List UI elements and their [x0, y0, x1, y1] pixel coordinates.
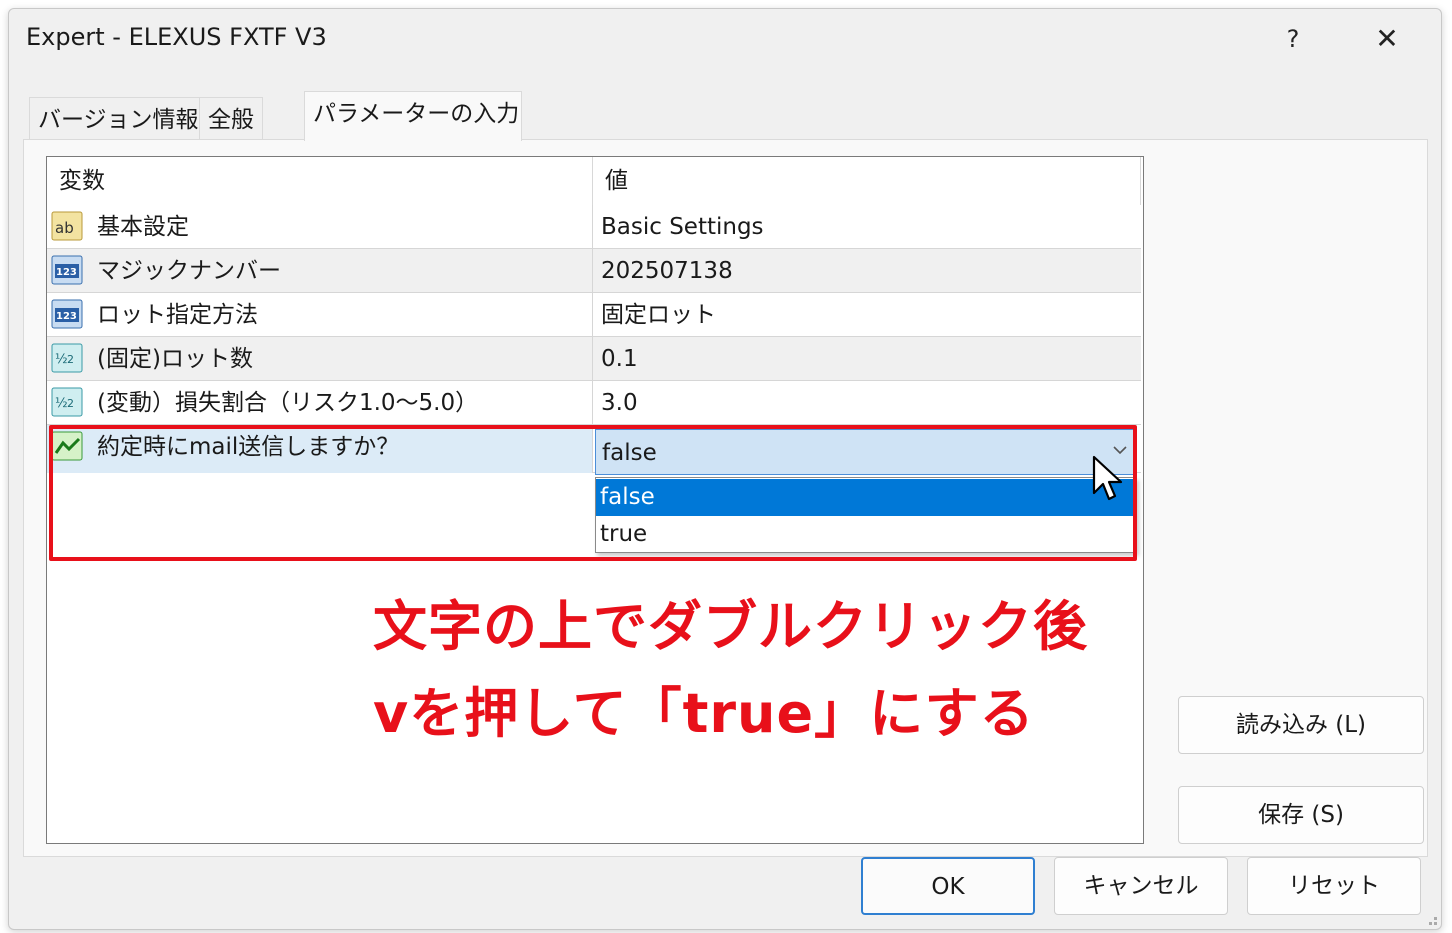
- variable-cell[interactable]: ½ 2 (固定)ロット数: [47, 337, 593, 381]
- value-cell[interactable]: 固定ロット: [593, 293, 1141, 337]
- value-cell[interactable]: 202507138: [593, 249, 1141, 293]
- expert-dialog: Expert - ELEXUS FXTF V3 ? ✕ バージョン情報 全般 パ…: [8, 8, 1442, 930]
- mouse-pointer-icon: [1092, 455, 1123, 501]
- window-title: Expert - ELEXUS FXTF V3: [26, 23, 327, 51]
- help-button[interactable]: ?: [1273, 19, 1313, 59]
- value-cell[interactable]: Basic Settings: [593, 205, 1141, 249]
- integer-type-icon: 123: [51, 299, 83, 329]
- table-row[interactable]: ab 基本設定 Basic Settings: [47, 205, 1141, 249]
- string-type-icon: ab: [51, 211, 83, 241]
- resize-grip-icon[interactable]: [1425, 913, 1439, 927]
- value-combobox[interactable]: false: [595, 429, 1137, 475]
- tab-version-info[interactable]: バージョン情報: [29, 97, 208, 141]
- variable-cell[interactable]: 123 ロット指定方法: [47, 293, 593, 337]
- svg-text:2: 2: [67, 353, 74, 366]
- tab-panel: 変数 値 ab 基本設定 Basic Settings 123 マジックナンバー…: [23, 139, 1428, 857]
- double-type-icon: ½ 2: [51, 343, 83, 373]
- reset-button[interactable]: リセット: [1247, 857, 1421, 915]
- integer-type-icon: 123: [51, 255, 83, 285]
- ok-button[interactable]: OK: [861, 857, 1035, 915]
- variable-name: マジックナンバー: [97, 258, 281, 284]
- save-button[interactable]: 保存 (S): [1178, 786, 1424, 844]
- combobox-dropdown: false true: [595, 477, 1137, 553]
- column-header-value[interactable]: 値: [593, 157, 1141, 205]
- table-row[interactable]: ½ 2 (固定)ロット数 0.1: [47, 337, 1141, 381]
- variable-name: 基本設定: [97, 214, 189, 240]
- grid-header: 変数 値: [47, 157, 1143, 205]
- svg-text:ab: ab: [55, 219, 74, 237]
- tab-general[interactable]: 全般: [199, 97, 263, 141]
- option-false[interactable]: false: [596, 479, 1136, 516]
- option-true[interactable]: true: [596, 516, 1136, 553]
- title-bar: Expert - ELEXUS FXTF V3 ? ✕: [9, 9, 1441, 69]
- tab-input-parameters[interactable]: パラメーターの入力: [304, 91, 522, 141]
- svg-text:123: 123: [56, 311, 77, 322]
- cancel-button[interactable]: キャンセル: [1054, 857, 1228, 915]
- table-row[interactable]: 123 マジックナンバー 202507138: [47, 249, 1141, 293]
- table-row[interactable]: ½ 2 (変動）損失割合（リスク1.0〜5.0） 3.0: [47, 381, 1141, 425]
- variable-cell[interactable]: 123 マジックナンバー: [47, 249, 593, 293]
- variable-cell[interactable]: ab 基本設定: [47, 205, 593, 249]
- variable-name: ロット指定方法: [97, 302, 258, 328]
- annotation-text-line1: 文字の上でダブルクリック後: [373, 595, 1088, 658]
- column-header-variable[interactable]: 変数: [47, 157, 593, 205]
- svg-text:½: ½: [55, 396, 68, 411]
- value-cell[interactable]: 3.0: [593, 381, 1141, 425]
- variable-name: 約定時にmail送信しますか？: [97, 434, 400, 460]
- close-button[interactable]: ✕: [1367, 19, 1407, 59]
- value-cell[interactable]: 0.1: [593, 337, 1141, 381]
- parameters-grid: 変数 値 ab 基本設定 Basic Settings 123 マジックナンバー…: [46, 156, 1144, 844]
- variable-cell[interactable]: ½ 2 (変動）損失割合（リスク1.0〜5.0）: [47, 381, 593, 425]
- svg-text:½: ½: [55, 352, 68, 367]
- bool-type-icon: [51, 431, 83, 461]
- table-row[interactable]: 123 ロット指定方法 固定ロット: [47, 293, 1141, 337]
- double-type-icon: ½ 2: [51, 387, 83, 417]
- annotation-text-line2: vを押して「true」にする: [373, 682, 1035, 745]
- svg-text:2: 2: [67, 397, 74, 410]
- combobox-value: false: [602, 440, 657, 466]
- svg-text:123: 123: [56, 267, 77, 278]
- load-button[interactable]: 読み込み (L): [1178, 696, 1424, 754]
- variable-name: (変動）損失割合（リスク1.0〜5.0）: [97, 390, 479, 416]
- variable-cell[interactable]: 約定時にmail送信しますか？: [47, 425, 593, 473]
- variable-name: (固定)ロット数: [97, 346, 253, 372]
